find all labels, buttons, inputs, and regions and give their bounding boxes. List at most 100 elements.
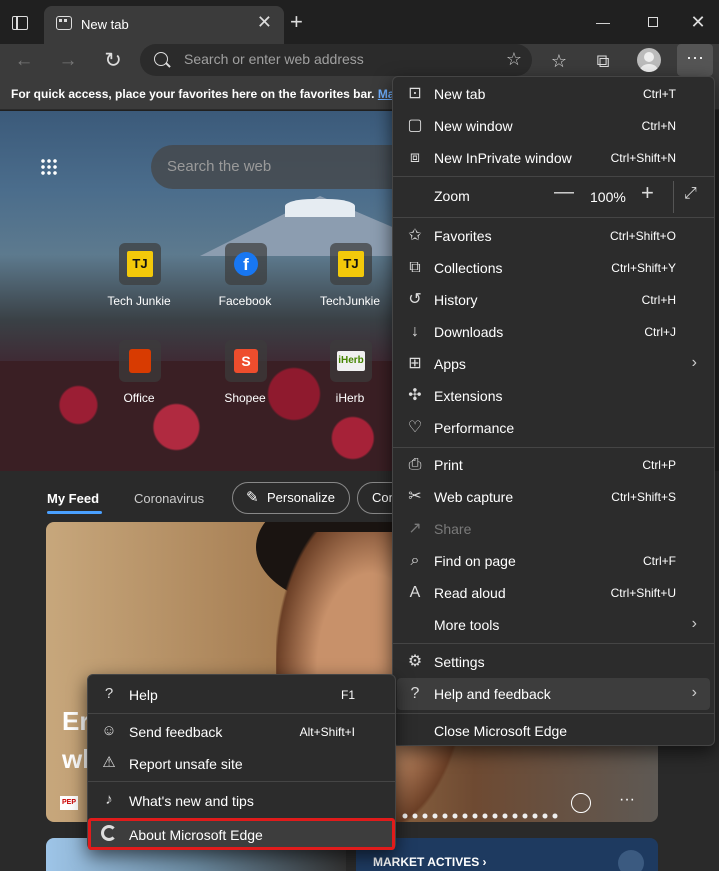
help-feedback-submenu: ? Help F1 ☺ Send feedback Alt+Shift+I ⚠ … bbox=[87, 674, 396, 850]
menu-item-history[interactable]: ↺ History Ctrl+H bbox=[393, 284, 714, 316]
quick-link-shopee[interactable]: S Shopee bbox=[205, 340, 285, 420]
quick-link-facebook[interactable]: f Facebook bbox=[205, 243, 285, 323]
menu-item-new-window[interactable]: ▢ New window Ctrl+N bbox=[393, 110, 714, 142]
menu-item-label: Collections bbox=[434, 260, 503, 276]
tab-my-feed[interactable]: My Feed bbox=[47, 491, 103, 514]
market-actives-link[interactable]: MARKET ACTIVES › bbox=[373, 855, 487, 869]
menu-item-shortcut: Ctrl+Shift+O bbox=[609, 229, 676, 243]
menu-item-label: Share bbox=[434, 521, 472, 537]
close-tab-icon[interactable]: ✕ bbox=[257, 13, 272, 31]
favorites-button[interactable]: ☆ bbox=[547, 49, 571, 73]
chevron-right-icon: › bbox=[691, 684, 697, 701]
forward-button[interactable]: → bbox=[56, 49, 80, 73]
snow-cap bbox=[285, 199, 355, 217]
menu-divider bbox=[88, 713, 395, 714]
menu-item-new-inprivate-window[interactable]: ⧈ New InPrivate window Ctrl+Shift+N bbox=[393, 142, 714, 174]
submenu-item-help[interactable]: ? Help F1 bbox=[88, 678, 395, 710]
tab-title: New tab bbox=[81, 17, 129, 32]
web-search-input[interactable] bbox=[167, 158, 387, 175]
card-headline-line2: wl bbox=[62, 744, 90, 774]
menu-item-help-and-feedback[interactable]: ? Help and feedback › bbox=[397, 678, 710, 710]
tile-label: Office bbox=[123, 391, 155, 405]
profile-avatar[interactable] bbox=[637, 48, 661, 72]
tab-actions-icon[interactable] bbox=[12, 16, 28, 30]
menu-item-label: Help and feedback bbox=[434, 686, 551, 702]
address-input[interactable] bbox=[184, 51, 484, 67]
collections-button[interactable]: ⧉ bbox=[591, 49, 615, 73]
menu-item-performance[interactable]: ♡ Performance bbox=[393, 412, 714, 444]
tab-new-tab[interactable]: New tab ✕ bbox=[44, 6, 284, 44]
menu-divider bbox=[393, 217, 714, 218]
search-icon bbox=[154, 52, 168, 66]
new-tab-button[interactable]: + bbox=[290, 11, 303, 33]
menu-item-extensions[interactable]: ✣ Extensions bbox=[393, 380, 714, 412]
tile-label: Tech Junkie bbox=[107, 294, 171, 308]
market-card[interactable]: MARKET ACTIVES › bbox=[356, 838, 658, 871]
read-aloud-icon: A bbox=[409, 584, 421, 601]
menu-item-web-capture[interactable]: ✂ Web capture Ctrl+Shift+S bbox=[393, 481, 714, 513]
menu-item-settings[interactable]: ⚙ Settings bbox=[393, 646, 714, 678]
tab-coronavirus[interactable]: Coronavirus bbox=[134, 491, 204, 506]
menu-item-new-tab[interactable]: ⊡ New tab Ctrl+T bbox=[393, 78, 714, 110]
iherb-logo-icon: iHerb bbox=[337, 351, 365, 371]
carousel-dots[interactable] bbox=[400, 813, 560, 819]
quick-link-tech-junkie[interactable]: TJ Tech Junkie bbox=[99, 243, 179, 323]
menu-item-label: Settings bbox=[434, 654, 485, 670]
submenu-item-report-unsafe-site[interactable]: ⚠ Report unsafe site bbox=[88, 747, 395, 779]
menu-divider bbox=[393, 447, 714, 448]
menu-item-label: New window bbox=[434, 118, 513, 134]
tile-icon: f bbox=[225, 243, 267, 285]
minimize-button[interactable]: — bbox=[580, 9, 626, 35]
menu-item-favorites[interactable]: ✩ Favorites Ctrl+Shift+O bbox=[393, 220, 714, 252]
quick-link-techjunkie[interactable]: TJ TechJunkie bbox=[310, 243, 390, 323]
menu-item-label: Web capture bbox=[434, 489, 514, 505]
find-icon: ⌕ bbox=[410, 552, 420, 569]
new-window-icon: ▢ bbox=[407, 117, 423, 134]
tile-icon: iHerb bbox=[330, 340, 372, 382]
tile-label: Facebook bbox=[218, 294, 272, 308]
submenu-item-label: About Microsoft Edge bbox=[129, 827, 263, 843]
menu-item-label: Favorites bbox=[434, 228, 492, 244]
menu-item-print[interactable]: ⎙ Print Ctrl+P bbox=[393, 449, 714, 481]
menu-item-label: History bbox=[434, 292, 478, 308]
menu-item-apps[interactable]: ⊞ Apps › bbox=[393, 348, 714, 380]
menu-item-shortcut: Ctrl+Shift+S bbox=[611, 490, 676, 504]
react-icon[interactable] bbox=[571, 793, 591, 813]
address-bar[interactable]: ☆ bbox=[140, 44, 532, 76]
zoom-out-button[interactable]: — bbox=[554, 181, 574, 204]
app-launcher-icon[interactable] bbox=[40, 158, 58, 176]
favorites-bar-hint: For quick access, place your favorites h… bbox=[11, 87, 416, 101]
menu-item-close-edge[interactable]: Close Microsoft Edge bbox=[393, 715, 714, 747]
maximize-button[interactable] bbox=[630, 9, 676, 35]
back-button[interactable]: ← bbox=[12, 49, 36, 73]
submenu-item-about-edge[interactable]: About Microsoft Edge bbox=[88, 818, 395, 850]
refresh-button[interactable]: ↻ bbox=[101, 49, 125, 73]
menu-item-label: New InPrivate window bbox=[434, 150, 572, 166]
add-favorite-icon[interactable]: ☆ bbox=[506, 49, 522, 70]
fullscreen-icon[interactable]: ⤢ bbox=[684, 185, 697, 203]
menu-item-label: New tab bbox=[434, 86, 486, 102]
close-window-button[interactable]: ✕ bbox=[675, 9, 719, 35]
quick-link-iherb[interactable]: iHerb iHerb bbox=[310, 340, 390, 420]
zoom-in-button[interactable]: + bbox=[641, 180, 654, 206]
card-more-button[interactable]: ··· bbox=[619, 791, 635, 809]
menu-item-downloads[interactable]: ↓ Downloads Ctrl+J bbox=[393, 316, 714, 348]
menu-item-share: ↗ Share bbox=[393, 513, 714, 545]
web-search-box[interactable] bbox=[151, 145, 411, 189]
inprivate-icon: ⧈ bbox=[409, 149, 421, 166]
menu-item-find-on-page[interactable]: ⌕ Find on page Ctrl+F bbox=[393, 545, 714, 577]
menu-item-more-tools[interactable]: More tools › bbox=[393, 609, 714, 641]
menu-item-collections[interactable]: ⧉ Collections Ctrl+Shift+Y bbox=[393, 252, 714, 284]
settings-and-more-button[interactable]: ··· bbox=[677, 44, 713, 76]
menu-item-read-aloud[interactable]: A Read aloud Ctrl+Shift+U bbox=[393, 577, 714, 609]
personalize-button[interactable]: Personalize bbox=[232, 482, 350, 514]
new-tab-page-icon bbox=[56, 16, 72, 30]
submenu-item-whats-new[interactable]: ♪ What's new and tips bbox=[88, 784, 395, 816]
share-icon: ↗ bbox=[408, 520, 422, 537]
menu-item-label: Performance bbox=[434, 420, 515, 436]
submenu-item-send-feedback[interactable]: ☺ Send feedback Alt+Shift+I bbox=[88, 715, 395, 747]
quick-link-office[interactable]: Office bbox=[99, 340, 179, 420]
card-headline-line1: Er bbox=[62, 706, 90, 736]
edge-swirl bbox=[101, 825, 117, 841]
shopee-logo-icon: S bbox=[234, 349, 258, 373]
